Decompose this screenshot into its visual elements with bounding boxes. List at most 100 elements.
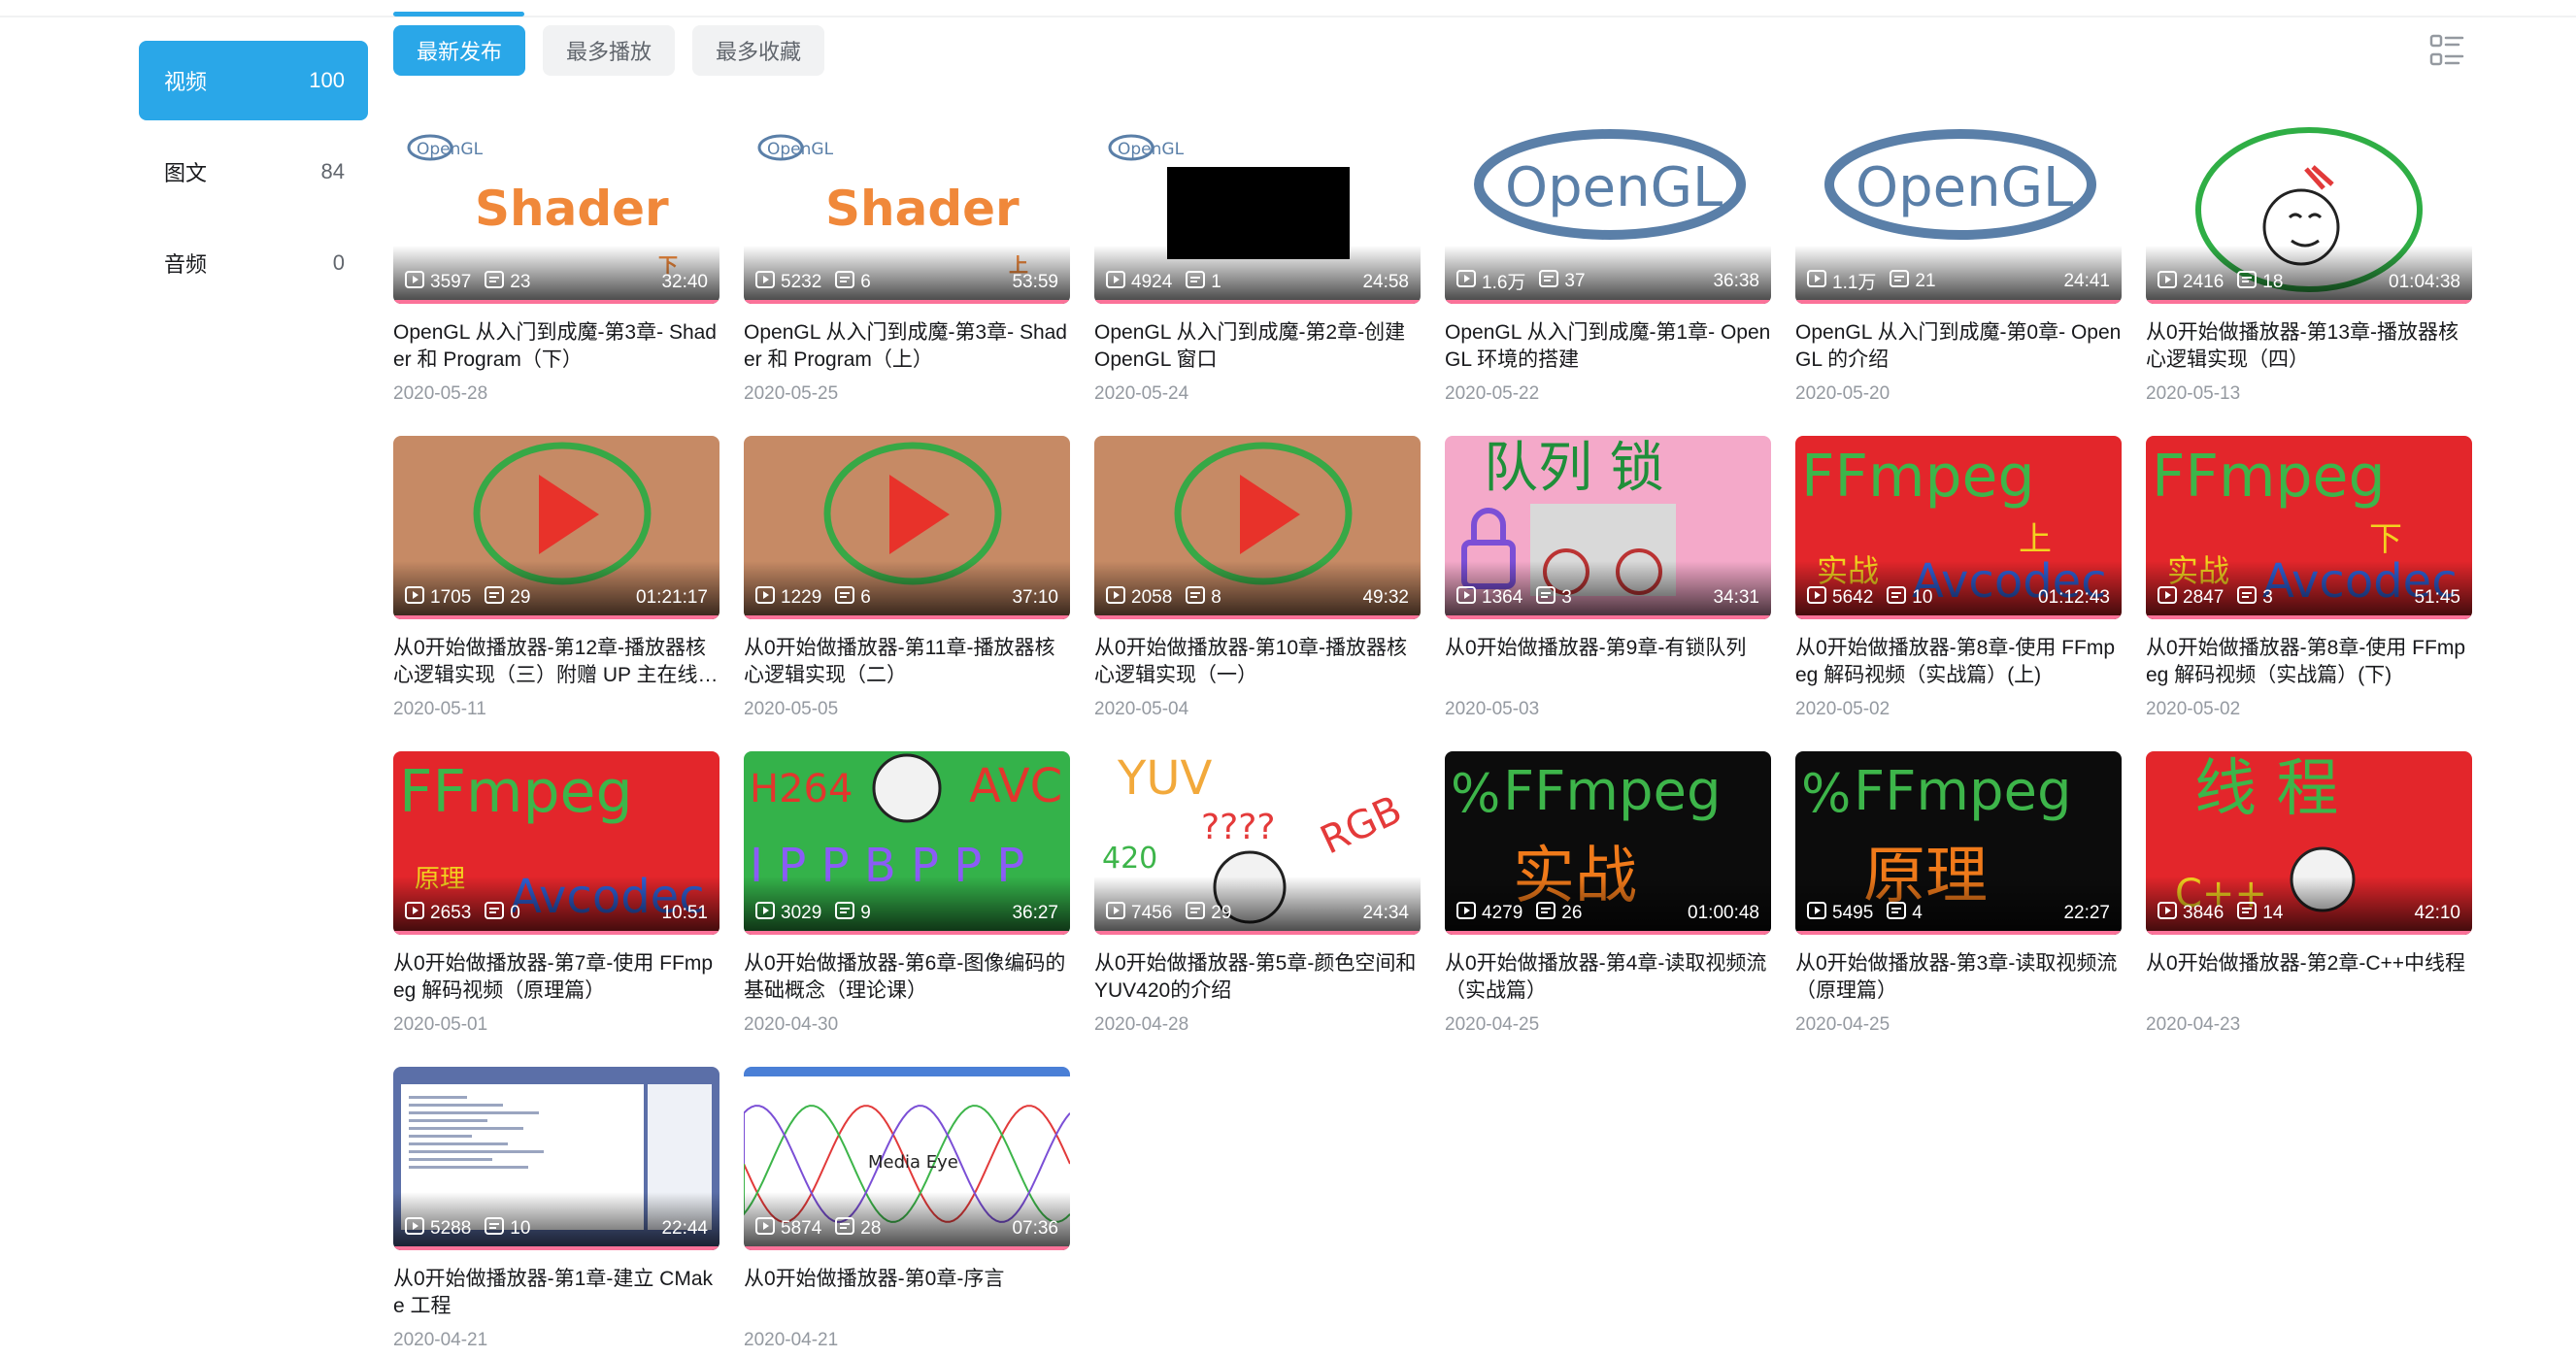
sidebar-item-audio[interactable]: 音频 0 [139,223,368,303]
svg-text:H264: H264 [750,767,853,811]
video-card[interactable]: OpenGL 1.6万 37 36:38 OpenGL 从入门到成魔-第1章- Open… [1445,120,1771,436]
play-count-icon [755,586,781,610]
video-card[interactable]: YUV???? 420 RGB 7456 29 24:34 从0开始做播放器-第5章-颜色空… [1094,751,1421,1067]
danmaku-count: 14 [2237,902,2283,925]
video-card[interactable]: OpenGL 4924 1 24:58 OpenGL 从入门到成魔-第2章-创建 Ope… [1094,120,1421,436]
danmaku-count-value: 10 [1912,587,1933,608]
danmaku-count: 18 [2237,271,2283,294]
video-thumbnail[interactable]: OpenGL 1.1万 21 24:41 [1795,120,2122,304]
video-title[interactable]: 从0开始做播放器-第11章-播放器核心逻辑实现（二） [744,635,1070,689]
video-thumbnail[interactable]: 2416 18 01:04:38 [2146,120,2472,304]
svg-text:Shader: Shader [475,181,669,237]
video-thumbnail[interactable]: OpenGLShader上5232653:59 [744,120,1070,304]
video-title[interactable]: OpenGL 从入门到成魔-第3章- Shader 和 Program（上） [744,319,1070,374]
danmaku-icon [835,271,860,294]
video-title[interactable]: 从0开始做播放器-第10章-播放器核心逻辑实现（一） [1094,635,1421,689]
video-thumbnail[interactable]: H264 AVC I P P B P P P 3029 9 36:27 [744,751,1070,935]
video-card[interactable]: 2058 8 49:32 从0开始做播放器-第10章-播放器核心逻辑实现（一） 2020… [1094,436,1421,751]
publish-date: 2020-04-23 [2146,1014,2241,1035]
tab-most-played[interactable]: 最多播放 [543,25,676,76]
video-thumbnail[interactable]: 线 程C++38461442:10 [2146,751,2472,935]
video-title[interactable]: OpenGL 从入门到成魔-第0章- OpenGL 的介绍 [1795,319,2122,374]
video-card[interactable]: %FFmpeg实战42792601:00:48 从0开始做播放器-第4章-读取视频… [1445,751,1771,1067]
video-card[interactable]: 5288 10 22:44 从0开始做播放器-第1章-建立 CMake 工程 2020-… [393,1067,719,1357]
video-card[interactable]: FFmpegAvcodec实战上56421001:12:43 从0开始做播放器-第… [1795,436,2122,751]
video-card[interactable]: FFmpegAvcodec原理2653010:51 从0开始做播放器-第7章-使用… [393,751,719,1067]
tab-most-favorited[interactable]: 最多收藏 [692,25,825,76]
video-title[interactable]: 从0开始做播放器-第2章-C++中线程 [2146,950,2472,1005]
danmaku-count-value: 21 [1915,270,1936,291]
svg-text:FFmpeg: FFmpeg [399,758,633,826]
play-count-value: 4924 [1131,272,1173,292]
video-card[interactable]: OpenGLShader下35972332:40 OpenGL 从入门到成魔-第3… [393,120,719,436]
video-card[interactable]: Media Eye 5874 28 07:36 从0开始做播放器-第0章-序言 2020-… [744,1067,1070,1357]
video-card[interactable]: OpenGLShader上5232653:59 OpenGL 从入门到成魔-第3章… [744,120,1070,436]
video-thumbnail[interactable]: 队列 锁 1364 3 34:31 [1445,436,1771,619]
video-thumbnail[interactable]: FFmpegAvcodec实战下2847351:45 [2146,436,2472,619]
video-title[interactable]: 从0开始做播放器-第8章-使用 FFmpeg 解码视频（实战篇）(下) [2146,635,2472,689]
video-title[interactable]: 从0开始做播放器-第1章-建立 CMake 工程 [393,1266,719,1320]
video-title[interactable]: OpenGL 从入门到成魔-第1章- OpenGL 环境的搭建 [1445,319,1771,374]
video-thumbnail[interactable]: 5288 10 22:44 [393,1067,719,1250]
watch-progress-bar [1094,300,1421,304]
video-card[interactable]: 线 程C++38461442:10从0开始做播放器-第2章-C++中线程2020… [2146,751,2472,1067]
sidebar-item-video[interactable]: 视频 100 [139,41,368,120]
list-view-icon[interactable] [2429,33,2464,68]
video-title[interactable]: OpenGL 从入门到成魔-第3章- Shader 和 Program（下） [393,319,719,374]
sidebar-item-count: 100 [309,68,345,92]
video-title[interactable]: 从0开始做播放器-第5章-颜色空间和YUV420的介绍 [1094,950,1421,1005]
video-card[interactable]: OpenGL 1.1万 21 24:41 OpenGL 从入门到成魔-第0章- Open… [1795,120,2122,436]
video-duration: 24:58 [1362,272,1409,292]
video-title[interactable]: 从0开始做播放器-第13章-播放器核心逻辑实现（四） [2146,319,2472,374]
video-thumbnail[interactable]: %FFmpeg实战42792601:00:48 [1445,751,1771,935]
video-card[interactable]: FFmpegAvcodec实战下2847351:45 从0开始做播放器-第8章-使… [2146,436,2472,751]
video-card[interactable]: 2416 18 01:04:38 从0开始做播放器-第13章-播放器核心逻辑实现（四）… [2146,120,2472,436]
video-duration: 42:10 [2414,903,2460,923]
video-thumbnail[interactable]: Media Eye 5874 28 07:36 [744,1067,1070,1250]
tab-latest[interactable]: 最新发布 [393,25,526,76]
danmaku-count: 10 [485,1217,530,1241]
danmaku-icon [1539,269,1564,293]
video-title[interactable]: 从0开始做播放器-第9章-有锁队列 [1445,635,1771,689]
video-card[interactable]: 队列 锁 1364 3 34:31 从0开始做播放器-第9章-有锁队列 2020-05-0… [1445,436,1771,751]
danmaku-count-value: 26 [1561,903,1583,923]
danmaku-count-value: 29 [510,587,531,608]
publish-date: 2020-05-13 [2146,383,2241,404]
video-title[interactable]: 从0开始做播放器-第8章-使用 FFmpeg 解码视频（实战篇）(上) [1795,635,2122,689]
video-title[interactable]: 从0开始做播放器-第0章-序言 [744,1266,1070,1320]
video-title[interactable]: 从0开始做播放器-第6章-图像编码的基础概念（理论课） [744,950,1070,1005]
play-count-icon [405,586,430,610]
svg-text:队列 锁: 队列 锁 [1484,437,1664,500]
video-thumbnail[interactable]: 1705 29 01:21:17 [393,436,719,619]
play-count: 2416 [2158,271,2224,294]
video-thumbnail[interactable]: YUV???? 420 RGB 7456 29 24:34 [1094,751,1421,935]
video-card[interactable]: %FFmpeg原理5495422:27 从0开始做播放器-第3章-读取视频流（原理… [1795,751,2122,1067]
sidebar-item-article[interactable]: 图文 84 [139,132,368,212]
video-thumbnail[interactable]: 2058 8 49:32 [1094,436,1421,619]
video-title[interactable]: 从0开始做播放器-第7章-使用 FFmpeg 解码视频（原理篇） [393,950,719,1005]
video-thumbnail[interactable]: OpenGL 1.6万 37 36:38 [1445,120,1771,304]
play-count: 7456 [1106,902,1172,925]
video-title[interactable]: 从0开始做播放器-第12章-播放器核心逻辑实现（三）附赠 UP 主在线 Debu… [393,635,719,689]
video-thumbnail[interactable]: FFmpegAvcodec实战上56421001:12:43 [1795,436,2122,619]
video-title[interactable]: OpenGL 从入门到成魔-第2章-创建 OpenGL 窗口 [1094,319,1421,374]
video-stats: 1364 3 34:31 [1456,586,1759,610]
video-card[interactable]: 1705 29 01:21:17 从0开始做播放器-第12章-播放器核心逻辑实现（三）… [393,436,719,751]
video-title[interactable]: 从0开始做播放器-第4章-读取视频流（实战篇） [1445,950,1771,1005]
video-card[interactable]: H264 AVC I P P B P P P 3029 9 36:27 从0开始做播放器-第… [744,751,1070,1067]
danmaku-count: 26 [1536,902,1582,925]
video-card[interactable]: 1229 6 37:10 从0开始做播放器-第11章-播放器核心逻辑实现（二） 2020… [744,436,1070,751]
sort-tabs: 最新发布 最多播放 最多收藏 [393,25,825,76]
video-thumbnail[interactable]: FFmpegAvcodec原理2653010:51 [393,751,719,935]
play-count-value: 1229 [781,587,822,608]
video-thumbnail[interactable]: OpenGLShader下35972332:40 [393,120,719,304]
publish-date: 2020-05-02 [2146,699,2241,719]
play-count-icon [1106,271,1131,294]
video-thumbnail[interactable]: 1229 6 37:10 [744,436,1070,619]
video-thumbnail[interactable]: %FFmpeg原理5495422:27 [1795,751,2122,935]
danmaku-count-value: 3 [2262,587,2273,608]
video-thumbnail[interactable]: OpenGL 4924 1 24:58 [1094,120,1421,304]
sidebar-item-label: 视频 [164,70,208,94]
video-title[interactable]: 从0开始做播放器-第3章-读取视频流（原理篇） [1795,950,2122,1005]
publish-date: 2020-05-02 [1795,699,1890,719]
